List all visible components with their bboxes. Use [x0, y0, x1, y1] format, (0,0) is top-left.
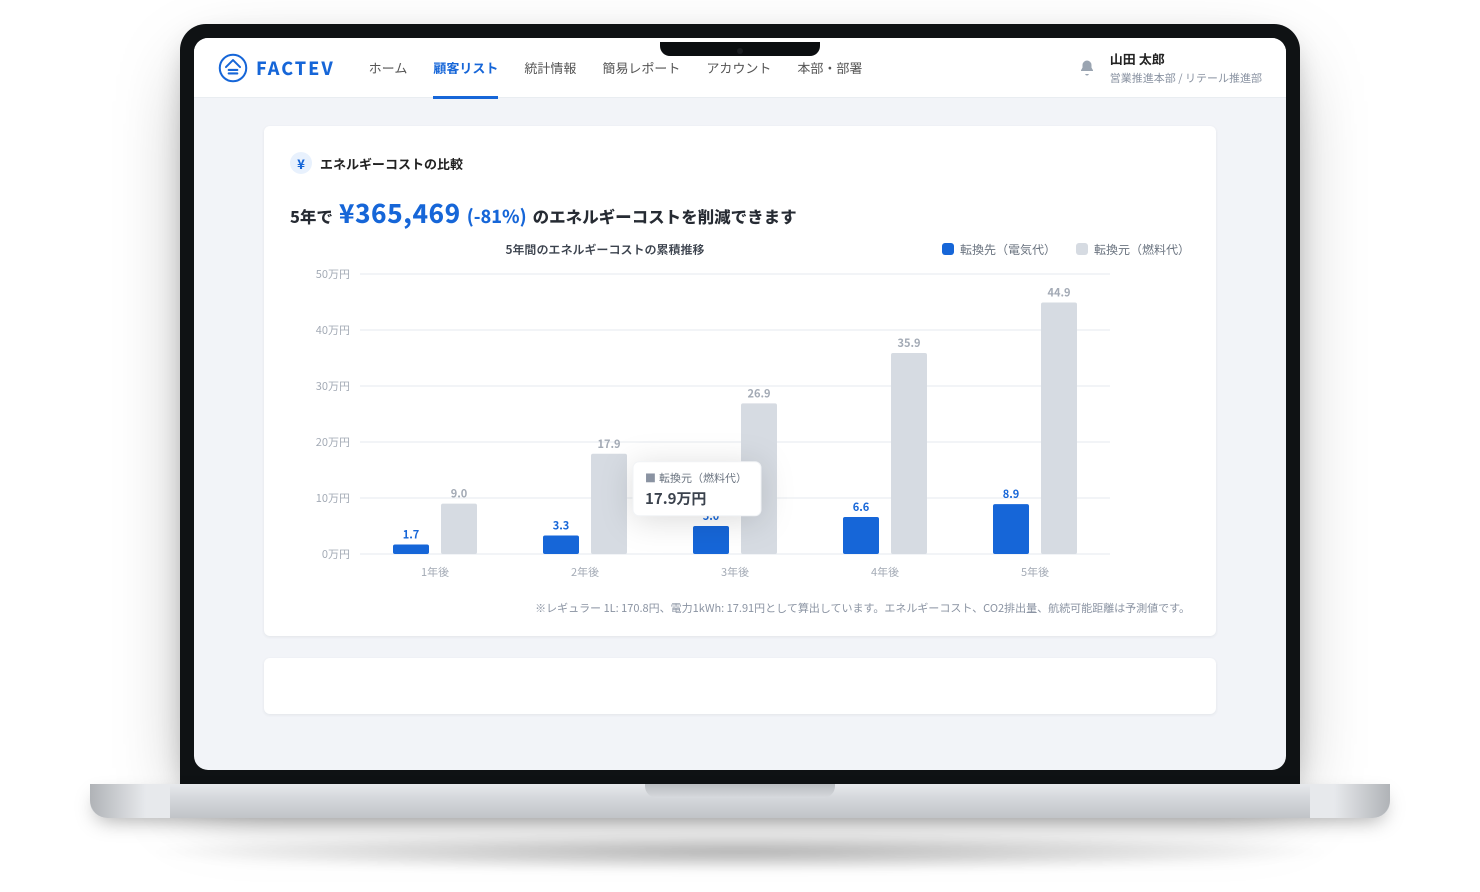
svg-text:9.0: 9.0	[451, 486, 468, 502]
legend-swatch-fuel	[1076, 243, 1088, 255]
page-body: ¥ エネルギーコストの比較 5年で ¥365,469 (-81%) のエネルギー…	[194, 98, 1286, 742]
svg-text:17.9: 17.9	[597, 436, 620, 452]
svg-text:2年後: 2年後	[571, 564, 599, 580]
svg-text:1年後: 1年後	[421, 564, 449, 580]
bell-icon[interactable]	[1078, 59, 1096, 77]
display: FACTEV ホーム顧客リスト統計情報簡易レポートアカウント本部・部署 山田 太…	[194, 38, 1286, 770]
bar-electric[interactable]	[693, 526, 729, 554]
card-header: ¥ エネルギーコストの比較	[290, 152, 1190, 174]
account-area: 山田 太郎 営業推進本部 / リテール推進部	[1078, 49, 1262, 86]
svg-text:26.9: 26.9	[747, 385, 770, 401]
nav-item[interactable]: 顧客リスト	[433, 38, 498, 98]
svg-text:40万円: 40万円	[316, 322, 350, 338]
keyboard-deck	[90, 784, 1390, 818]
legend-swatch-electric	[942, 243, 954, 255]
legend-item-electric: 転換先（電気代）	[942, 241, 1056, 258]
footnote: ※レギュラー 1L: 170.8円、電力1kWh: 17.91円として算出してい…	[290, 600, 1190, 616]
bar-electric[interactable]	[543, 536, 579, 554]
svg-text:30万円: 30万円	[316, 378, 350, 394]
svg-text:3年後: 3年後	[721, 564, 749, 580]
svg-text:5年後: 5年後	[1021, 564, 1049, 580]
user-block[interactable]: 山田 太郎 営業推進本部 / リテール推進部	[1110, 49, 1262, 86]
svg-text:■: ■	[645, 470, 656, 486]
svg-text:3.3: 3.3	[553, 518, 570, 534]
svg-text:1.7: 1.7	[403, 526, 420, 542]
user-dept: 営業推進本部 / リテール推進部	[1110, 70, 1262, 86]
legend: 転換先（電気代） 転換元（燃料代）	[942, 241, 1190, 258]
bar-chart: 0万円 10万円 20万円 30万円 40万円 50万円 1.7 9.0 1年後 3.3 17.9 2…	[290, 264, 1120, 584]
chart-title: 5年間のエネルギーコストの累積推移	[290, 241, 920, 258]
screen-bezel: FACTEV ホーム顧客リスト統計情報簡易レポートアカウント本部・部署 山田 太…	[180, 24, 1300, 784]
svg-text:0万円: 0万円	[322, 546, 350, 562]
summary-prefix: 5年で	[290, 204, 333, 228]
svg-text:44.9: 44.9	[1047, 285, 1070, 301]
summary-amount: ¥365,469	[339, 194, 461, 231]
logo-icon	[218, 53, 248, 83]
bar-electric[interactable]	[393, 544, 429, 554]
svg-text:50万円: 50万円	[316, 266, 350, 282]
nav-item[interactable]: 統計情報	[524, 38, 576, 98]
shadow	[140, 832, 1340, 872]
trackpad-notch	[645, 784, 835, 798]
legend-item-fuel: 転換元（燃料代）	[1076, 241, 1190, 258]
camera-dot	[737, 48, 743, 54]
bar-fuel[interactable]	[591, 454, 627, 554]
summary-line: 5年で ¥365,469 (-81%) のエネルギーコストを削減できます	[290, 194, 1190, 231]
card-title: エネルギーコストの比較	[320, 154, 463, 173]
bar-fuel[interactable]	[441, 504, 477, 554]
svg-text:8.9: 8.9	[1003, 486, 1020, 502]
svg-text:35.9: 35.9	[897, 335, 920, 351]
next-card-placeholder	[264, 658, 1216, 714]
bar-fuel[interactable]	[1041, 303, 1077, 554]
logo-text: FACTEV	[256, 55, 335, 81]
laptop-frame: FACTEV ホーム顧客リスト統計情報簡易レポートアカウント本部・部署 山田 太…	[90, 24, 1390, 872]
tooltip: ■転換元（燃料代） 17.9万円	[633, 462, 761, 516]
bar-electric[interactable]	[843, 517, 879, 554]
bar-fuel[interactable]	[891, 353, 927, 554]
energy-cost-card: ¥ エネルギーコストの比較 5年で ¥365,469 (-81%) のエネルギー…	[264, 126, 1216, 636]
svg-text:10万円: 10万円	[316, 490, 350, 506]
summary-suffix: のエネルギーコストを削減できます	[533, 204, 797, 228]
logo[interactable]: FACTEV	[218, 53, 335, 83]
summary-pct: (-81%)	[467, 203, 527, 229]
user-name: 山田 太郎	[1110, 49, 1262, 68]
svg-text:4年後: 4年後	[871, 564, 899, 580]
chart-header: 5年間のエネルギーコストの累積推移 転換先（電気代） 転換元（燃料代）	[290, 241, 1190, 258]
bar-electric[interactable]	[993, 504, 1029, 554]
svg-text:転換元（燃料代）: 転換元（燃料代）	[659, 470, 747, 486]
svg-text:6.6: 6.6	[853, 499, 870, 515]
nav-item[interactable]: ホーム	[369, 38, 408, 98]
svg-text:20万円: 20万円	[316, 434, 350, 450]
svg-text:17.9万円: 17.9万円	[645, 488, 706, 509]
yen-icon: ¥	[290, 152, 312, 174]
chart-wrap: 5年間のエネルギーコストの累積推移 転換先（電気代） 転換元（燃料代） 0万円 1…	[290, 241, 1190, 584]
